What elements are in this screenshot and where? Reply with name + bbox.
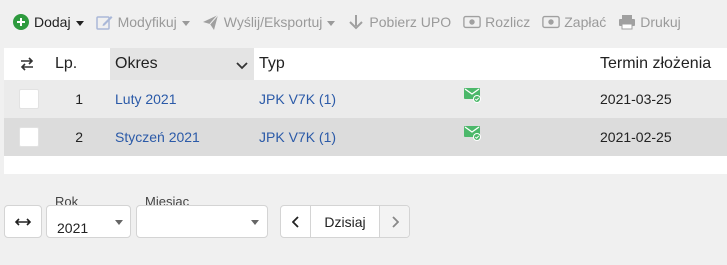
row-termin: 2021-03-25	[600, 91, 672, 107]
previous-period-button[interactable]	[281, 206, 311, 237]
add-button[interactable]: Dodaj	[0, 7, 90, 37]
printer-icon	[618, 13, 636, 31]
today-button[interactable]: Dzisiaj	[311, 206, 379, 237]
chevron-down-icon	[236, 58, 248, 76]
pay-button[interactable]: Zapłać	[536, 7, 612, 37]
chevron-down-icon	[115, 220, 123, 225]
expand-width-button[interactable]	[4, 205, 42, 238]
send-export-button[interactable]: Wyślij/Eksportuj	[196, 7, 342, 37]
print-button-label: Drukuj	[640, 14, 681, 30]
arrows-horizontal-icon	[14, 214, 32, 230]
column-header-okres[interactable]: Okres	[110, 48, 254, 80]
chevron-down-icon	[327, 20, 336, 26]
envelope-check-icon	[464, 114, 482, 152]
modify-button-label: Modyfikuj	[117, 14, 177, 30]
add-button-label: Dodaj	[34, 14, 71, 30]
month-select[interactable]	[136, 205, 268, 238]
arrow-down-icon	[347, 13, 365, 31]
row-typ-link[interactable]: JPK V7K (1)	[259, 118, 409, 156]
row-lp: 1	[75, 91, 83, 107]
paper-plane-icon	[202, 13, 220, 31]
download-upo-button[interactable]: Pobierz UPO	[341, 7, 457, 37]
declarations-table: Lp. Okres Typ Termin złożenia 1 Luty 202…	[4, 48, 727, 174]
year-select[interactable]: 2021	[46, 205, 131, 238]
chevron-down-icon	[75, 20, 84, 26]
settle-button[interactable]: Rozlicz	[457, 7, 536, 37]
row-checkbox[interactable]	[19, 89, 39, 109]
chevron-left-icon	[291, 215, 299, 228]
column-header-okres-label: Okres	[115, 55, 158, 72]
send-export-button-label: Wyślij/Eksportuj	[223, 14, 323, 30]
settle-button-label: Rozlicz	[485, 14, 531, 30]
toolbar: Dodaj Modyfikuj Wyślij/Eksportuj Pobierz…	[0, 0, 727, 44]
column-header-typ[interactable]: Typ	[259, 48, 379, 80]
period-navigator: Dzisiaj	[280, 205, 410, 238]
column-header-termin[interactable]: Termin złożenia	[600, 48, 727, 80]
table-row[interactable]: 1 Luty 2021 JPK V7K (1) 2021-03-25	[4, 80, 727, 118]
row-okres-link[interactable]: Luty 2021	[115, 80, 255, 118]
money-bill-icon	[463, 13, 481, 31]
pay-button-label: Zapłać	[564, 14, 607, 30]
period-filter-bar: Rok 2021 Miesiąc Dzisiaj	[0, 190, 727, 250]
chevron-down-icon	[181, 20, 190, 26]
modify-button[interactable]: Modyfikuj	[90, 7, 196, 37]
row-termin: 2021-02-25	[600, 129, 672, 145]
money-bill-icon	[542, 13, 561, 31]
column-settings-icon[interactable]	[18, 48, 42, 80]
row-lp: 2	[75, 129, 83, 145]
chevron-down-icon	[251, 220, 259, 225]
table-header: Lp. Okres Typ Termin złożenia	[4, 48, 727, 80]
chevron-right-icon	[391, 215, 399, 228]
table-row[interactable]: 2 Styczeń 2021 JPK V7K (1) 2021-02-25	[4, 118, 727, 156]
print-button[interactable]: Drukuj	[612, 7, 686, 37]
envelope-check-icon	[464, 76, 482, 114]
row-okres-link[interactable]: Styczeń 2021	[115, 118, 255, 156]
edit-icon	[96, 13, 114, 31]
row-typ-link[interactable]: JPK V7K (1)	[259, 80, 409, 118]
plus-circle-icon	[12, 13, 30, 31]
next-period-button[interactable]	[379, 206, 409, 237]
row-checkbox[interactable]	[19, 127, 39, 147]
column-header-lp[interactable]: Lp.	[55, 48, 95, 80]
year-value: 2021	[57, 219, 89, 236]
download-upo-button-label: Pobierz UPO	[369, 14, 452, 30]
